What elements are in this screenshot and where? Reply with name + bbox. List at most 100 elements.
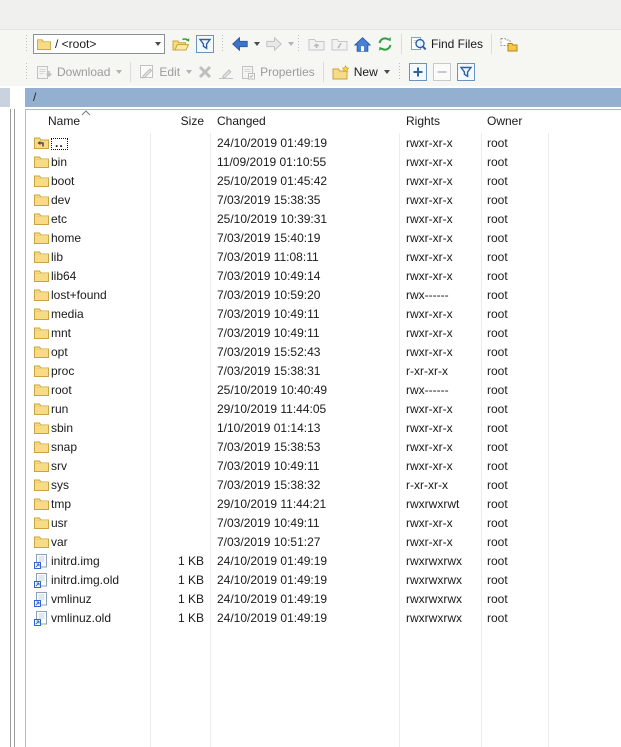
file-name: lib: [51, 248, 149, 267]
increase-font-button[interactable]: [406, 61, 430, 83]
download-button: Download: [33, 63, 125, 82]
table-row[interactable]: home7/03/2019 15:40:19rwxr-xr-xroot: [26, 229, 621, 248]
table-row[interactable]: snap7/03/2019 15:38:53rwxr-xr-xroot: [26, 438, 621, 457]
focused-item-label: ..: [51, 138, 68, 150]
table-row[interactable]: proc7/03/2019 15:38:31r-xr-xr-xroot: [26, 362, 621, 381]
file-owner: root: [487, 191, 508, 210]
table-row[interactable]: initrd.img1 KB24/10/2019 01:49:19rwxrwxr…: [26, 552, 621, 571]
table-row[interactable]: vmlinuz.old1 KB24/10/2019 01:49:19rwxrwx…: [26, 609, 621, 628]
file-changed: 24/10/2019 01:49:19: [217, 571, 327, 590]
toolbar-grip[interactable]: [222, 35, 223, 53]
column-header-owner[interactable]: Owner: [487, 114, 522, 128]
file-changed: 1/10/2019 01:14:13: [217, 419, 320, 438]
panel-filter-button[interactable]: [454, 61, 478, 83]
column-header-size[interactable]: Size: [152, 114, 204, 128]
file-name: usr: [51, 514, 149, 533]
folder-icon: [37, 38, 51, 50]
remote-path-combobox[interactable]: / <root>: [33, 34, 165, 54]
find-files-button[interactable]: Find Files: [407, 34, 486, 54]
file-owner: root: [487, 362, 508, 381]
table-row[interactable]: srv7/03/2019 10:49:11rwxr-xr-xroot: [26, 457, 621, 476]
file-rights: rwx------: [406, 286, 449, 305]
file-changed: 7/03/2019 10:59:20: [217, 286, 320, 305]
remote-path-bar[interactable]: /: [25, 88, 621, 107]
open-directory-button[interactable]: [169, 34, 193, 54]
table-row[interactable]: var7/03/2019 10:51:27rwxr-xr-xroot: [26, 533, 621, 552]
back-button[interactable]: [229, 35, 263, 53]
table-row[interactable]: sbin1/10/2019 01:14:13rwxr-xr-xroot: [26, 419, 621, 438]
table-row[interactable]: initrd.img.old1 KB24/10/2019 01:49:19rwx…: [26, 571, 621, 590]
home-directory-button[interactable]: [351, 35, 374, 54]
file-owner: root: [487, 533, 508, 552]
panel-splitter[interactable]: [10, 109, 11, 747]
filter-button[interactable]: [193, 33, 217, 55]
file-rights: rwxr-xr-x: [406, 191, 453, 210]
table-row[interactable]: lib647/03/2019 10:49:14rwxr-xr-xroot: [26, 267, 621, 286]
table-row[interactable]: media7/03/2019 10:49:11rwxr-xr-xroot: [26, 305, 621, 324]
file-name: snap: [51, 438, 149, 457]
file-name: lib64: [51, 267, 149, 286]
chevron-down-icon[interactable]: [384, 70, 390, 74]
table-row[interactable]: lost+found7/03/2019 10:59:20rwx------roo…: [26, 286, 621, 305]
table-row[interactable]: root25/10/2019 10:40:49rwx------root: [26, 381, 621, 400]
file-owner: root: [487, 248, 508, 267]
file-rights: rwxr-xr-x: [406, 514, 453, 533]
folder-icon: [34, 497, 50, 512]
file-owner: root: [487, 267, 508, 286]
table-row[interactable]: opt7/03/2019 15:52:43rwxr-xr-xroot: [26, 343, 621, 362]
download-label: Download: [57, 65, 110, 79]
table-row[interactable]: usr7/03/2019 10:49:11rwxr-xr-xroot: [26, 514, 621, 533]
toolbar-separator: [323, 62, 324, 82]
table-row[interactable]: sys7/03/2019 15:38:32r-xr-xr-xroot: [26, 476, 621, 495]
folder-icon: [34, 535, 50, 550]
column-header-rights[interactable]: Rights: [406, 114, 440, 128]
table-row[interactable]: ..24/10/2019 01:49:19rwxr-xr-xroot: [26, 134, 621, 153]
new-button[interactable]: New: [329, 63, 393, 82]
file-name: vmlinuz.old: [51, 609, 149, 628]
toolbar-grip[interactable]: [399, 63, 400, 81]
file-owner: root: [487, 476, 508, 495]
sync-folders-icon: [500, 36, 518, 52]
folder-icon: [34, 307, 50, 322]
table-row[interactable]: etc25/10/2019 10:39:31rwxr-xr-xroot: [26, 210, 621, 229]
chevron-down-icon[interactable]: [155, 42, 161, 46]
table-row[interactable]: run29/10/2019 11:44:05rwxr-xr-xroot: [26, 400, 621, 419]
table-row[interactable]: vmlinuz1 KB24/10/2019 01:49:19rwxrwxrwxr…: [26, 590, 621, 609]
table-row[interactable]: dev7/03/2019 15:38:35rwxr-xr-xroot: [26, 191, 621, 210]
properties-icon: [240, 65, 256, 80]
toolbar-grip[interactable]: [26, 35, 27, 53]
panel-splitter[interactable]: [14, 109, 15, 747]
parent-directory-button: [305, 35, 328, 53]
file-changed: 7/03/2019 15:52:43: [217, 343, 320, 362]
table-row[interactable]: lib7/03/2019 11:08:11rwxr-xr-xroot: [26, 248, 621, 267]
table-row[interactable]: mnt7/03/2019 10:49:11rwxr-xr-xroot: [26, 324, 621, 343]
plus-icon: [409, 63, 427, 81]
file-owner: root: [487, 457, 508, 476]
file-owner: root: [487, 172, 508, 191]
chevron-down-icon: [288, 42, 294, 46]
download-icon: [36, 65, 53, 80]
file-name: boot: [51, 172, 149, 191]
column-header-changed[interactable]: Changed: [217, 114, 266, 128]
refresh-button[interactable]: [374, 34, 396, 54]
file-rights: rwxrwxrwx: [406, 609, 462, 628]
forward-button: [263, 35, 297, 53]
toolbar-grip[interactable]: [298, 35, 299, 53]
table-row[interactable]: tmp29/10/2019 11:44:21rwxrwxrwtroot: [26, 495, 621, 514]
synchronize-browsing-button[interactable]: [497, 34, 521, 54]
toolbar-grip[interactable]: [26, 63, 27, 81]
file-rights: rwxr-xr-x: [406, 267, 453, 286]
file-size: 1 KB: [152, 609, 204, 628]
file-rights: rwxr-xr-x: [406, 134, 453, 153]
refresh-icon: [377, 36, 393, 52]
chevron-down-icon[interactable]: [254, 42, 260, 46]
parent-folder-icon: [34, 136, 50, 151]
file-name: vmlinuz: [51, 590, 149, 609]
toolbar-area: / <root>: [0, 30, 621, 86]
folder-icon: [34, 212, 50, 227]
file-changed: 7/03/2019 15:40:19: [217, 229, 320, 248]
table-row[interactable]: bin11/09/2019 01:10:55rwxr-xr-xroot: [26, 153, 621, 172]
table-row[interactable]: boot25/10/2019 01:45:42rwxr-xr-xroot: [26, 172, 621, 191]
file-rights: rwxr-xr-x: [406, 248, 453, 267]
column-header-name[interactable]: Name: [48, 114, 80, 128]
